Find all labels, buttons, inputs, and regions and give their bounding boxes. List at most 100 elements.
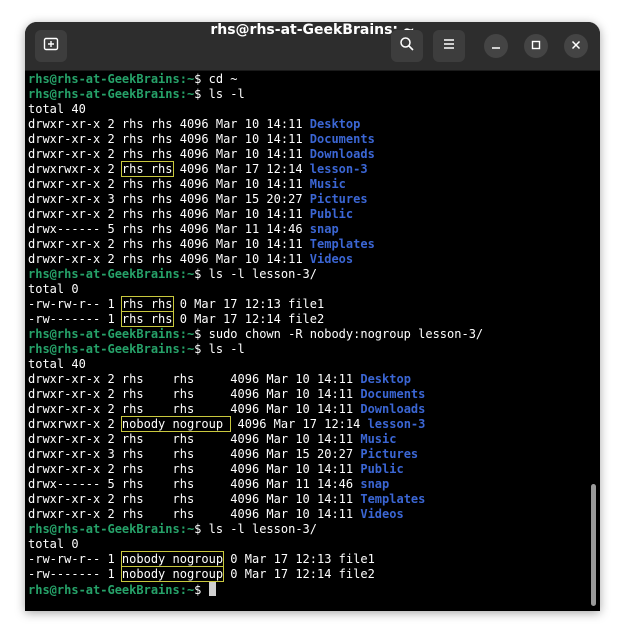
search-icon	[399, 36, 415, 57]
entry-owner-group: rhs rhs	[121, 177, 173, 191]
directory-name: Desktop	[360, 372, 411, 386]
entry-details: 4096 Mar 15 20:27	[223, 447, 361, 461]
terminal-output[interactable]: rhs@rhs-at-GeekBrains:~$ cd ~ rhs@rhs-at-…	[28, 72, 583, 597]
entry-details: 4096 Mar 17 12:14	[230, 417, 368, 431]
output-text: total 40	[28, 357, 86, 371]
ls-entry: -rw------- 1 rhs rhs 0 Mar 17 12:14 file…	[28, 311, 583, 327]
entry-details: 4096 Mar 10 14:11	[172, 147, 310, 161]
entry-owner-group: rhs rhs	[121, 222, 173, 236]
ls-entry: drwxr-xr-x 2 rhs rhs 4096 Mar 10 14:11 T…	[28, 237, 583, 252]
entry-details: 4096 Mar 10 14:11	[172, 117, 310, 131]
scrollbar[interactable]	[591, 484, 596, 606]
entry-owner-group: rhs rhs	[121, 462, 224, 476]
entry-owner-group: rhs rhs	[120, 161, 174, 177]
ls-entry: drwxr-xr-x 2 rhs rhs 4096 Mar 10 14:11 D…	[28, 372, 583, 387]
directory-name: snap	[309, 222, 339, 236]
ls-entry: drwxr-xr-x 2 rhs rhs 4096 Mar 10 14:11 T…	[28, 492, 583, 507]
directory-name: Videos	[309, 252, 354, 266]
output-line: total 40	[28, 357, 583, 372]
entry-details: 0 Mar 17 12:13	[223, 552, 339, 566]
prompt-user: rhs@rhs-at-GeekBrains	[28, 87, 180, 101]
prompt-path: :~	[179, 267, 195, 281]
directory-name: Templates	[309, 237, 375, 251]
ls-entry: drwxr-xr-x 2 rhs rhs 4096 Mar 10 14:11 D…	[28, 117, 583, 132]
prompt-line: rhs@rhs-at-GeekBrains:~$ ls -l lesson-3/	[28, 522, 583, 537]
entry-permissions: drwx------ 5	[28, 477, 122, 491]
entry-permissions: drwxrwxr-x 2	[28, 417, 122, 431]
ls-entry: drwxr-xr-x 2 rhs rhs 4096 Mar 10 14:11 D…	[28, 387, 583, 402]
entry-permissions: drwxr-xr-x 2	[28, 402, 122, 416]
entry-permissions: -rw------- 1	[28, 567, 122, 581]
entry-permissions: drwxr-xr-x 2	[28, 117, 122, 131]
directory-name: snap	[360, 477, 390, 491]
directory-name: lesson-3	[367, 417, 426, 431]
ls-entry: drwxr-xr-x 2 rhs rhs 4096 Mar 10 14:11 P…	[28, 207, 583, 222]
entry-permissions: drwxr-xr-x 2	[28, 432, 122, 446]
entry-details: 4096 Mar 10 14:11	[223, 372, 361, 386]
command-text: $ sudo chown -R nobody:nogroup lesson-3/	[194, 327, 484, 341]
entry-owner-group: rhs rhs	[121, 492, 224, 506]
entry-details: 4096 Mar 10 14:11	[223, 507, 361, 521]
entry-owner-group: rhs rhs	[121, 192, 173, 206]
prompt-line: rhs@rhs-at-GeekBrains:~$ ls -l	[28, 342, 583, 357]
entry-permissions: drwxr-xr-x 2	[28, 177, 122, 191]
cursor	[208, 582, 216, 596]
ls-entry: drwxr-xr-x 2 rhs rhs 4096 Mar 10 14:11 M…	[28, 432, 583, 447]
ls-entry: drwxr-xr-x 2 rhs rhs 4096 Mar 10 14:11 P…	[28, 462, 583, 477]
ls-entry: drwx------ 5 rhs rhs 4096 Mar 11 14:46 s…	[28, 222, 583, 237]
entry-details: 4096 Mar 10 14:11	[172, 207, 310, 221]
entry-permissions: drwxr-xr-x 2	[28, 237, 122, 251]
command-text: $ ls -l	[194, 87, 245, 101]
directory-name: Documents	[309, 132, 375, 146]
search-button[interactable]	[391, 30, 423, 62]
menu-button[interactable]	[433, 30, 465, 62]
directory-name: Templates	[360, 492, 426, 506]
entry-owner-group: rhs rhs	[121, 132, 173, 146]
minimize-icon	[491, 37, 501, 55]
prompt-path: :~	[179, 87, 195, 101]
new-tab-button[interactable]	[35, 30, 67, 62]
close-button[interactable]	[564, 34, 588, 58]
entry-permissions: drwxr-xr-x 2	[28, 207, 122, 221]
directory-name: Downloads	[309, 147, 375, 161]
output-line: total 0	[28, 282, 583, 297]
entry-owner-group: rhs rhs	[121, 387, 224, 401]
ls-entry: -rw-rw-r-- 1 rhs rhs 0 Mar 17 12:13 file…	[28, 296, 583, 312]
output-line: total 0	[28, 537, 583, 552]
entry-permissions: drwxr-xr-x 2	[28, 372, 122, 386]
prompt-user: rhs@rhs-at-GeekBrains	[28, 267, 180, 281]
file-name: file2	[288, 312, 325, 326]
maximize-button[interactable]	[524, 34, 548, 58]
entry-owner-group: nobody nogroup	[120, 416, 232, 432]
entry-permissions: drwxrwxr-x 2	[28, 162, 122, 176]
minimize-button[interactable]	[484, 34, 508, 58]
entry-details: 0 Mar 17 12:14	[172, 312, 289, 326]
prompt-line: rhs@rhs-at-GeekBrains:~$ sudo chown -R n…	[28, 327, 583, 342]
directory-name: Public	[360, 462, 404, 476]
entry-details: 4096 Mar 10 14:11	[223, 402, 361, 416]
ls-entry: drwxr-xr-x 2 rhs rhs 4096 Mar 10 14:11 D…	[28, 402, 583, 417]
entry-permissions: drwxr-xr-x 2	[28, 147, 122, 161]
prompt-user: rhs@rhs-at-GeekBrains	[28, 583, 180, 597]
entry-owner-group: rhs rhs	[121, 402, 224, 416]
entry-details: 4096 Mar 10 14:11	[223, 432, 361, 446]
entry-details: 4096 Mar 10 14:11	[172, 252, 310, 266]
entry-permissions: -rw-rw-r-- 1	[28, 552, 122, 566]
ls-entry: drwxr-xr-x 2 rhs rhs 4096 Mar 10 14:11 D…	[28, 147, 583, 162]
prompt-user: rhs@rhs-at-GeekBrains	[28, 522, 180, 536]
entry-details: 4096 Mar 10 14:11	[172, 237, 310, 251]
entry-details: 4096 Mar 10 14:11	[223, 387, 361, 401]
entry-owner-group: rhs rhs	[121, 477, 224, 491]
entry-details: 4096 Mar 10 14:11	[223, 492, 361, 506]
entry-owner-group: rhs rhs	[121, 372, 224, 386]
prompt-path: :~	[179, 583, 195, 597]
entry-owner-group: rhs rhs	[121, 447, 224, 461]
entry-details: 4096 Mar 15 20:27	[172, 192, 310, 206]
directory-name: Documents	[360, 387, 426, 401]
prompt-path: :~	[179, 72, 195, 86]
entry-owner-group: rhs rhs	[121, 207, 173, 221]
entry-permissions: drwxr-xr-x 2	[28, 132, 122, 146]
directory-name: Desktop	[309, 117, 361, 131]
directory-name: lesson-3	[309, 162, 368, 176]
entry-owner-group: rhs rhs	[121, 117, 173, 131]
